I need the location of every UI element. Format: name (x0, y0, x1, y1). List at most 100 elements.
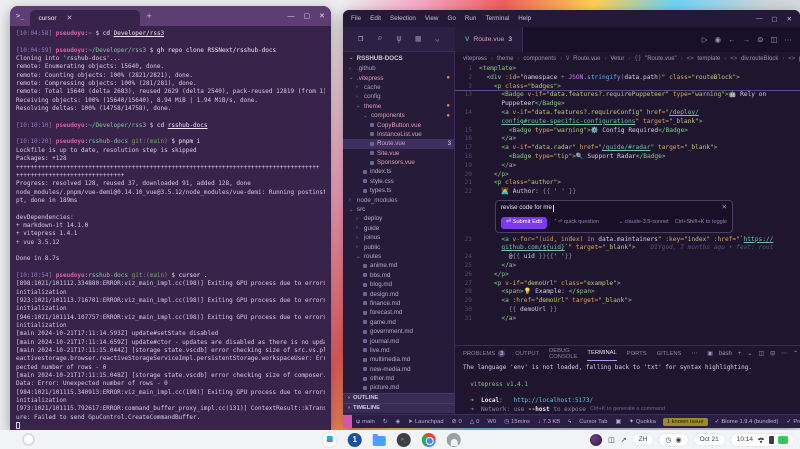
outline-section-header[interactable]: › OUTLINE (343, 393, 454, 403)
code-line[interactable]: 24 @{{ uid }}{{' '}} (455, 253, 800, 262)
status-item-launchpad[interactable]: ➤Launchpad (404, 419, 448, 425)
terminal-new-tab-button[interactable]: + (146, 11, 151, 21)
more-actions-icon[interactable]: ⋯ (785, 35, 793, 44)
coverage-icon[interactable]: ◉ (715, 35, 722, 44)
tree-item-site-vue[interactable]: Site.vue (343, 149, 454, 158)
status-item-cursor-tab[interactable]: Cursor Tab (575, 419, 611, 425)
menu-help[interactable]: Help (518, 15, 531, 22)
ai-prompt-input[interactable]: revise code for me (501, 204, 552, 213)
panel-tab-⋯[interactable]: ⋯ (691, 346, 697, 361)
code-editor[interactable]: vitepress›theme›components›V Route.vue›V… (455, 52, 800, 345)
tree-item-forecast-md[interactable]: forecast.md (343, 308, 454, 317)
menu-run[interactable]: Run (465, 15, 477, 22)
code-line[interactable]: 27 <p v-if="demoUrl" class="example"> (455, 280, 800, 289)
vscode-close-button[interactable]: ✕ (787, 15, 792, 23)
code-line[interactable]: 17 <a v-if="data.radar" href="/guide/#ra… (455, 144, 800, 153)
tree-item-anime-md[interactable]: anime.md (343, 261, 454, 270)
files-icon[interactable]: ❐ (358, 34, 363, 44)
breadcrumb-item[interactable]: {} "Route.vue" (634, 55, 676, 62)
tree-item-bbs-md[interactable]: bbs.md (343, 271, 454, 280)
menu-go[interactable]: Go (447, 15, 455, 22)
tree-item-style-css[interactable]: style.css (343, 177, 454, 186)
breadcrumb-item[interactable]: <> div.routeBlock (730, 55, 778, 62)
terminal-minimize-button[interactable]: — (288, 13, 295, 20)
tree-item-copybutton-vue[interactable]: CopyButton.vue (343, 120, 454, 129)
tree-item--github[interactable]: ›.github (343, 64, 454, 73)
tree-item--vitepress[interactable]: ⌄.vitepress● (343, 73, 454, 82)
code-line[interactable]: 15 <Badge type="warning">⚙️ Config Requi… (455, 127, 800, 136)
new-terminal-button[interactable]: + (738, 351, 742, 357)
terminal-titlebar[interactable]: >_ cursor ✕ + — ▢ ✕ (10, 6, 331, 26)
more-icon[interactable]: ⋯ (781, 350, 787, 357)
tree-item-theme[interactable]: ⌄theme● (343, 102, 454, 111)
vscode-maximize-button[interactable]: ▢ (771, 15, 777, 23)
status-item-0[interactable]: △0 (466, 419, 484, 425)
date-pill[interactable]: Oct 21 (694, 434, 725, 445)
panel-tab-problems[interactable]: PROBLEMS3 (463, 346, 505, 361)
tree-item-game-md[interactable]: game.md (343, 318, 454, 327)
code-line[interactable]: 28 <span>💡 Example: </span> (455, 288, 800, 297)
tree-item-route-vue[interactable]: Route.vue3 (343, 139, 454, 148)
status-item-zap[interactable]: ϟ (564, 419, 575, 425)
tree-item-instancelist-vue[interactable]: InstanceList.vue (343, 130, 454, 139)
tree-item-other-md[interactable]: other.md (343, 374, 454, 383)
ai-model-selector[interactable]: ⌄ claude-3.5-sonnet (619, 218, 669, 227)
status-item-biome-1-9-4-bundled-[interactable]: ✓Biome 1.9.4 (bundled) (711, 419, 783, 425)
ai-submit-edit-button[interactable]: ⏎ Submit Edit (501, 217, 547, 229)
tree-item-finance-md[interactable]: finance.md (343, 299, 454, 308)
status-item-main[interactable]: ψmain (352, 419, 379, 425)
notification-avatar[interactable] (590, 434, 602, 446)
vscode-minimize-button[interactable]: — (756, 15, 763, 23)
code-line[interactable]: 30 {{ demoUrl }} (455, 306, 800, 315)
menu-view[interactable]: View (425, 15, 439, 22)
split-terminal-icon[interactable]: ◫ (758, 350, 764, 357)
run-icon[interactable]: ▷ (702, 35, 708, 44)
code-line[interactable]: 26 </p> (455, 271, 800, 280)
tree-item-journal-md[interactable]: journal.md (343, 336, 454, 345)
chrome-icon[interactable] (422, 433, 436, 447)
panel-tab-gitlens[interactable]: GITLENS (657, 346, 682, 361)
vscode-titlebar[interactable]: FileEditSelectionViewGoRunTerminalHelp —… (343, 10, 800, 27)
status-item-prettier[interactable]: ✓Prettier (782, 419, 800, 425)
maximize-panel-icon[interactable]: ⌃ (793, 350, 798, 357)
code-line[interactable]: 14 <a v-if="data.features?.requireConfig… (455, 109, 800, 118)
tree-item-deploy[interactable]: ›deploy (343, 214, 454, 223)
status-item-0[interactable]: ⊘0 (448, 419, 466, 425)
play-store-icon[interactable] (323, 433, 337, 447)
run-circle-icon[interactable]: ⊜ (757, 35, 763, 44)
source-control-icon[interactable]: ψ (396, 34, 401, 44)
1password-icon[interactable] (348, 433, 362, 447)
tree-item-picture-md[interactable]: picture.md (343, 383, 454, 392)
code-line[interactable]: github.com/${uid}`" target="_blank"> DIY… (455, 244, 800, 253)
menu-edit[interactable]: Edit (370, 15, 381, 22)
menu-selection[interactable]: Selection (390, 15, 416, 22)
tree-item-guide[interactable]: ›guide (343, 224, 454, 233)
shell-icon[interactable]: ▣ (707, 350, 713, 357)
code-line[interactable]: 2 <div :id="namespace + JSON.stringify(d… (455, 74, 800, 83)
files-app-icon[interactable] (373, 436, 386, 446)
code-line[interactable]: 31 </a> (455, 315, 800, 324)
split-editor-icon[interactable]: ◫ (770, 35, 777, 44)
panel-tab-debug-console[interactable]: DEBUG CONSOLE (549, 346, 577, 361)
breadcrumb-item[interactable]: vitepress (463, 56, 487, 62)
breadcrumb-item[interactable]: <> p.author (788, 55, 800, 62)
terminal-close-button[interactable]: ✕ (319, 12, 325, 20)
breadcrumb-item[interactable]: V Route.vue (566, 55, 601, 62)
tree-item-joinus[interactable]: ›joinus (343, 233, 454, 242)
status-item-w0[interactable]: W0 (483, 419, 500, 425)
tree-item-multimedia-md[interactable]: multimedia.md (343, 355, 454, 364)
breadcrumb-item[interactable]: Vetur (610, 56, 624, 62)
menu-terminal[interactable]: Terminal (485, 15, 509, 22)
breadcrumb-item[interactable]: theme (497, 56, 514, 62)
tree-item-routes[interactable]: ⌄routes (343, 252, 454, 261)
explorer-root-header[interactable]: ⌄ RSSHUB-DOCS (343, 52, 454, 64)
panel-tab-ports[interactable]: PORTS (627, 346, 647, 361)
code-line[interactable]: 1<template> (455, 65, 800, 74)
shell-dropdown-icon[interactable]: ⌄ (747, 350, 752, 357)
code-line[interactable]: 22 🧑‍💻 Author: {{ ' ' }} (455, 188, 800, 197)
terminal-output[interactable]: [10:04:58] pseudoyu:~ $ cd Developer/rss… (10, 26, 331, 430)
panel-tab-terminal[interactable]: TERMINAL (587, 346, 616, 361)
tree-item-sponsors-vue[interactable]: Sponsors.vue (343, 158, 454, 167)
code-lines[interactable]: 1<template>2 <div :id="namespace + JSON.… (455, 65, 800, 324)
tree-item-components[interactable]: ⌄components● (343, 111, 454, 120)
